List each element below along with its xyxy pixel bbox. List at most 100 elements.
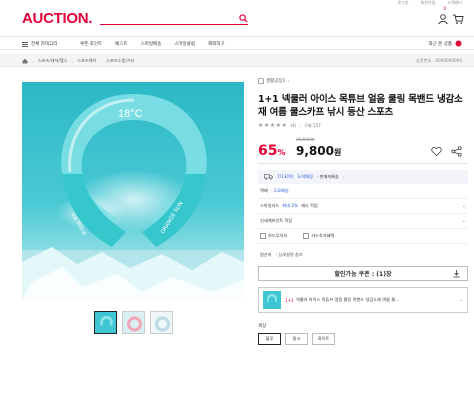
breadcrumb-separator: › [32, 58, 34, 64]
category-menu[interactable]: 전체 카테고리 [22, 41, 57, 47]
shipping-value: · 무료배송 [270, 188, 289, 193]
bundle-thumbnail [263, 291, 281, 309]
smilecard-label: 스마일카드 [260, 203, 280, 208]
delivery-extra: · 판매자배송 [316, 174, 339, 179]
smilecard-value: 최대 2% [282, 203, 298, 208]
bundle-product[interactable]: 1+1 넥쿨러 아이스 목튜브 얼음 쿨링 목밴드 냉감소재 여름 쿨... ⌄ [258, 287, 468, 313]
nav-item-best[interactable]: 베스트 [115, 41, 127, 47]
category-label: 전체 카테고리 [31, 42, 58, 47]
origin-value: : 상세설명 참조 [275, 252, 303, 257]
color-option-blue[interactable]: 블루 [258, 333, 281, 345]
rating-row: ★★★★★ (4) | 구매 157 [258, 122, 468, 129]
chevron-right-icon: › [342, 174, 345, 180]
truck-icon [264, 174, 273, 180]
card-icon [303, 233, 310, 239]
breadcrumb-item[interactable]: 스포츠소품/기타 [106, 58, 134, 64]
bundle-text: 1+1 넥쿨러 아이스 목튜브 얼음 쿨링 목밴드 냉감소재 여름 쿨... [285, 297, 399, 303]
home-icon[interactable] [22, 58, 28, 64]
card-extra[interactable]: 카드추가혜택 [303, 233, 334, 239]
color-label: 색상 [258, 324, 267, 329]
breadcrumb-separator: › [71, 58, 74, 64]
utility-links: 로그인 회원가입 고객센터 [397, 0, 462, 7]
bundle-tag: 1+1 [285, 297, 294, 303]
main-product-image[interactable]: 18°C Ice Pillow ORANGE SUN [22, 82, 244, 300]
share-icon[interactable] [451, 146, 462, 157]
recent-label: 최근 본 상품 [428, 41, 452, 47]
coupon-button[interactable]: 할인가능 쿠폰 : (1)장 [258, 266, 468, 281]
card-icon [260, 233, 266, 239]
nav-items: 쿠폰·포인트 베스트 스마일배송 스마일클럽 해외직구 [80, 41, 225, 47]
sale-price: 9,800원 [296, 144, 341, 158]
divider [258, 163, 468, 164]
nav-item-smile-delivery[interactable]: 스마일배송 [141, 41, 162, 47]
chevron-down-icon: ⌄ [458, 297, 463, 303]
recent-viewed[interactable]: 최근 본 상품 [428, 40, 462, 47]
auction-logo[interactable]: AUCTION. [22, 10, 92, 27]
search-bar [100, 14, 248, 34]
smilecard-tail: 캐시 적립 [300, 203, 318, 208]
search-icon[interactable] [239, 14, 248, 23]
origin-row: 원산지 : 상세설명 참조 [258, 249, 468, 261]
util-link-join[interactable]: 회원가입 [421, 0, 436, 7]
menu-icon [22, 41, 28, 47]
shipping-row: 택배 · 무료배송 [258, 184, 468, 199]
product-title: 1+1 넥쿨러 아이스 목튜브 얼음 쿨링 목밴드 냉감소재 여름 쿨스카프 낚… [258, 94, 463, 118]
breadcrumb-separator: › [100, 58, 103, 64]
chevron-down-icon: ⌄ [461, 218, 466, 224]
delivery-estimate[interactable]: 7/13(목) 도착예정 · 판매자배송 › [258, 170, 468, 184]
shipping-label: 택배 [260, 188, 268, 193]
heart-icon[interactable] [431, 146, 442, 157]
price-unit: 원 [333, 148, 342, 157]
util-link-help[interactable]: 고객센터 [447, 0, 462, 7]
store-icon [258, 78, 264, 84]
user-icon[interactable] [437, 13, 449, 25]
sale-price-value: 9,800 [296, 144, 334, 158]
nav-item-coupon[interactable]: 쿠폰·포인트 [80, 41, 102, 47]
delivery-arrive: 도착예정 [297, 174, 313, 179]
color-option-pink[interactable]: 핑크 [285, 333, 308, 345]
cart-badge: 0 [443, 6, 446, 11]
store-link[interactable]: 생활공장1 › [258, 78, 468, 84]
delivery-date: 7/13(목) [277, 174, 294, 179]
product-info-panel: 생활공장1 › 1+1 넥쿨러 아이스 목튜브 얼음 쿨링 목밴드 냉감소재 여… [258, 78, 468, 345]
review-count[interactable]: (4) [290, 123, 296, 128]
smilecard-row[interactable]: 스마일카드 최대 2% 캐시 적립 ⌄ [258, 199, 468, 214]
image-temperature-text: 18°C [118, 108, 143, 120]
percent-sign: % [277, 148, 286, 157]
point-label: 신세계포인트 적립 [260, 218, 293, 223]
chevron-right-icon: › [287, 78, 290, 84]
point-row[interactable]: 신세계포인트 적립 ⌄ [258, 214, 468, 229]
thumbnail-1[interactable] [94, 311, 117, 334]
original-price: 28,600원 [296, 137, 315, 142]
store-name: 생활공장1 [266, 79, 286, 84]
breadcrumb-bar: › 스포츠/레저/헬스 › 스포츠웨어 › 스포츠소품/기타 상품번호 : 00… [0, 54, 474, 67]
breadcrumb-item[interactable]: 스포츠웨어 [77, 58, 96, 64]
card-extra-label: 카드추가혜택 [311, 233, 335, 238]
color-options: 블루 핑크 화이트 [258, 333, 468, 345]
nav-item-smile-club[interactable]: 스마일클럽 [174, 41, 195, 47]
util-link-login[interactable]: 로그인 [397, 0, 408, 7]
product-number: 상품번호 : 0000000000 [415, 58, 462, 63]
nav-item-global[interactable]: 해외직구 [208, 41, 225, 47]
purchase-count: 구매 157 [303, 122, 321, 128]
color-option-white[interactable]: 화이트 [312, 333, 335, 345]
recent-item-icon [455, 40, 462, 47]
main-nav: 전체 카테고리 쿠폰·포인트 베스트 스마일배송 스마일클럽 해외직구 최근 본… [0, 36, 474, 50]
search-input[interactable] [100, 24, 230, 34]
chevron-down-icon: ⌄ [461, 203, 466, 209]
coupon-label: 할인가능 쿠폰 : (1)장 [334, 271, 392, 278]
card-benefit-row: 카드무이자 카드추가혜택 [258, 229, 468, 244]
card-installment-label: 카드무이자 [268, 233, 288, 238]
rating-stars: ★★★★★ [258, 122, 288, 129]
rating-divider: | [299, 123, 301, 128]
header-icons [437, 13, 464, 25]
card-installment[interactable]: 카드무이자 [260, 233, 287, 239]
discount-value: 65 [258, 143, 278, 159]
price-box: 28,600원 65% 9,800원 [258, 137, 468, 163]
image-thumbnails [94, 311, 173, 334]
cart-icon[interactable] [452, 13, 464, 25]
download-icon [453, 270, 460, 278]
thumbnail-3[interactable] [150, 311, 173, 334]
thumbnail-2[interactable] [122, 311, 145, 334]
breadcrumb-item[interactable]: 스포츠/레저/헬스 [38, 58, 68, 64]
